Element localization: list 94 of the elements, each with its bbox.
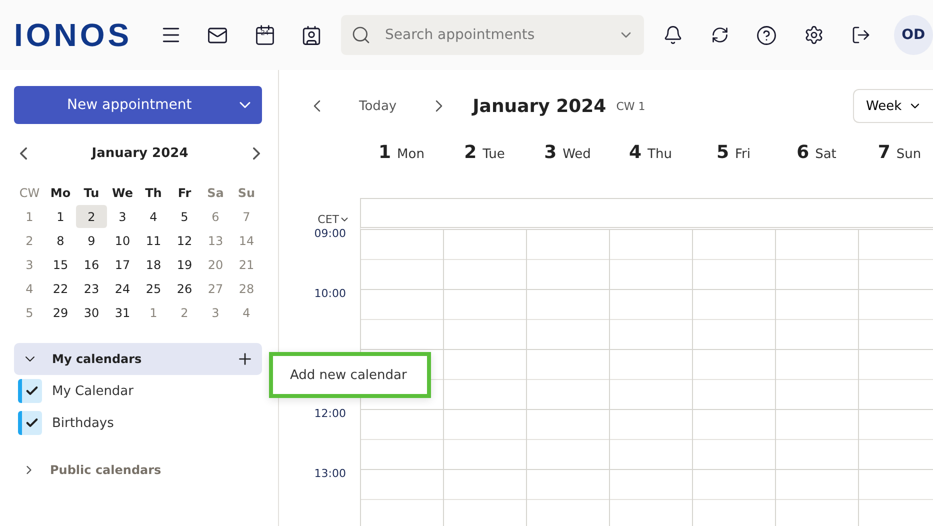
day-cell[interactable]: 4	[138, 205, 169, 228]
calendar-week-label: CW 1	[616, 100, 646, 112]
day-cell[interactable]: 2	[76, 205, 107, 228]
day-cell[interactable]: 12	[169, 229, 200, 252]
day-cell[interactable]: 19	[169, 253, 200, 276]
timezone-dropdown[interactable]: CET	[318, 213, 350, 226]
day-name: Sat	[815, 147, 836, 162]
day-cell[interactable]: 16	[76, 253, 107, 276]
period-title: January 2024	[472, 96, 606, 116]
today-button[interactable]: Today	[337, 98, 419, 114]
day-cell[interactable]: 30	[76, 301, 107, 324]
user-avatar[interactable]: OD	[894, 15, 933, 55]
weekday-label: We	[111, 184, 134, 202]
week-number: 2	[24, 232, 34, 250]
day-cell[interactable]: 20	[200, 253, 231, 276]
day-name: Tue	[482, 147, 505, 162]
day-name: Sun	[896, 147, 922, 162]
weekday-label: Th	[144, 184, 163, 202]
weekday-label: Sa	[206, 184, 225, 202]
weekday-label: Tu	[82, 184, 100, 202]
day-cell[interactable]: 15	[45, 253, 76, 276]
day-number: 4	[629, 142, 642, 163]
day-cell[interactable]: 7	[231, 205, 262, 228]
calendar-checkbox[interactable]	[18, 379, 42, 403]
day-number: 3	[544, 142, 557, 163]
day-name: Mon	[397, 147, 424, 162]
week-number: 3	[24, 256, 34, 274]
day-cell[interactable]: 8	[45, 229, 76, 252]
day-cell[interactable]: 28	[231, 277, 262, 300]
week-number: 4	[24, 280, 34, 298]
previous-month-button[interactable]	[20, 147, 27, 160]
week-number: 1	[24, 208, 34, 226]
menu-item[interactable]: Add new calendar	[290, 368, 407, 382]
weekday-label: CW	[18, 184, 41, 202]
public-calendars-header[interactable]: Public calendars	[14, 457, 262, 483]
day-cell[interactable]: 27	[200, 277, 231, 300]
my-calendars-header[interactable]: My calendars	[14, 343, 262, 375]
week-number: 5	[24, 304, 34, 322]
day-cell[interactable]: 11	[138, 229, 169, 252]
day-cell[interactable]: 2	[169, 301, 200, 324]
day-cell[interactable]: 5	[169, 205, 200, 228]
search-icon	[350, 25, 371, 45]
day-cell[interactable]: 1	[138, 301, 169, 324]
day-number: 7	[878, 142, 890, 163]
time-label: 12:00	[314, 407, 346, 420]
search-input[interactable]: Search appointments	[382, 26, 606, 44]
day-number: 5	[716, 142, 730, 163]
day-cell[interactable]: 24	[107, 277, 138, 300]
new-appointment-button[interactable]: New appointment	[14, 86, 262, 124]
next-month-button[interactable]	[252, 147, 260, 160]
weekday-label: Su	[236, 184, 256, 202]
weekday-label: Fr	[176, 184, 192, 202]
day-cell[interactable]: 13	[200, 229, 231, 252]
timezone-label: CET	[318, 213, 339, 226]
time-label: 10:00	[314, 287, 346, 300]
check-icon	[25, 416, 39, 430]
logo: IONOS	[14, 17, 132, 53]
day-cell[interactable]: 26	[169, 277, 200, 300]
day-number: 1	[378, 142, 392, 163]
day-cell[interactable]: 3	[107, 205, 138, 228]
day-cell[interactable]: 6	[200, 205, 231, 228]
chevron-left-icon	[20, 147, 27, 160]
day-cell[interactable]: 31	[107, 301, 138, 324]
time-label: 09:00	[314, 227, 346, 240]
day-cell[interactable]: 22	[45, 277, 76, 300]
day-cell[interactable]: 23	[76, 277, 107, 300]
day-cell[interactable]: 21	[231, 253, 262, 276]
calendar-checkbox[interactable]	[18, 411, 42, 435]
day-name: Fri	[735, 147, 751, 162]
day-cell[interactable]: 3	[200, 301, 231, 324]
weekday-label: Mo	[49, 184, 72, 202]
day-cell[interactable]: 10	[107, 229, 138, 252]
day-number: 2	[464, 142, 477, 163]
add-icon[interactable]	[236, 350, 254, 368]
day-name: Thu	[648, 147, 672, 162]
day-number: 6	[796, 142, 810, 163]
search-bar[interactable]: Search appointments	[340, 15, 644, 55]
check-icon	[25, 384, 39, 398]
day-cell[interactable]: 25	[138, 277, 169, 300]
time-label: 13:00	[314, 467, 346, 480]
day-cell[interactable]: 4	[231, 301, 262, 324]
calendar-name[interactable]: My Calendar	[52, 384, 134, 398]
day-cell[interactable]: 14	[231, 229, 262, 252]
calendar-name[interactable]: Birthdays	[52, 416, 114, 430]
day-cell[interactable]: 17	[107, 253, 138, 276]
day-cell[interactable]: 9	[76, 229, 107, 252]
chevron-right-icon	[252, 147, 260, 160]
day-cell[interactable]: 18	[138, 253, 169, 276]
view-dropdown[interactable]: Week	[853, 89, 933, 123]
view-label: Week	[866, 98, 902, 114]
month-title: January 2024	[92, 146, 188, 161]
day-cell[interactable]: 29	[45, 301, 76, 324]
day-name: Wed	[562, 147, 591, 162]
day-cell[interactable]: 1	[45, 205, 76, 228]
